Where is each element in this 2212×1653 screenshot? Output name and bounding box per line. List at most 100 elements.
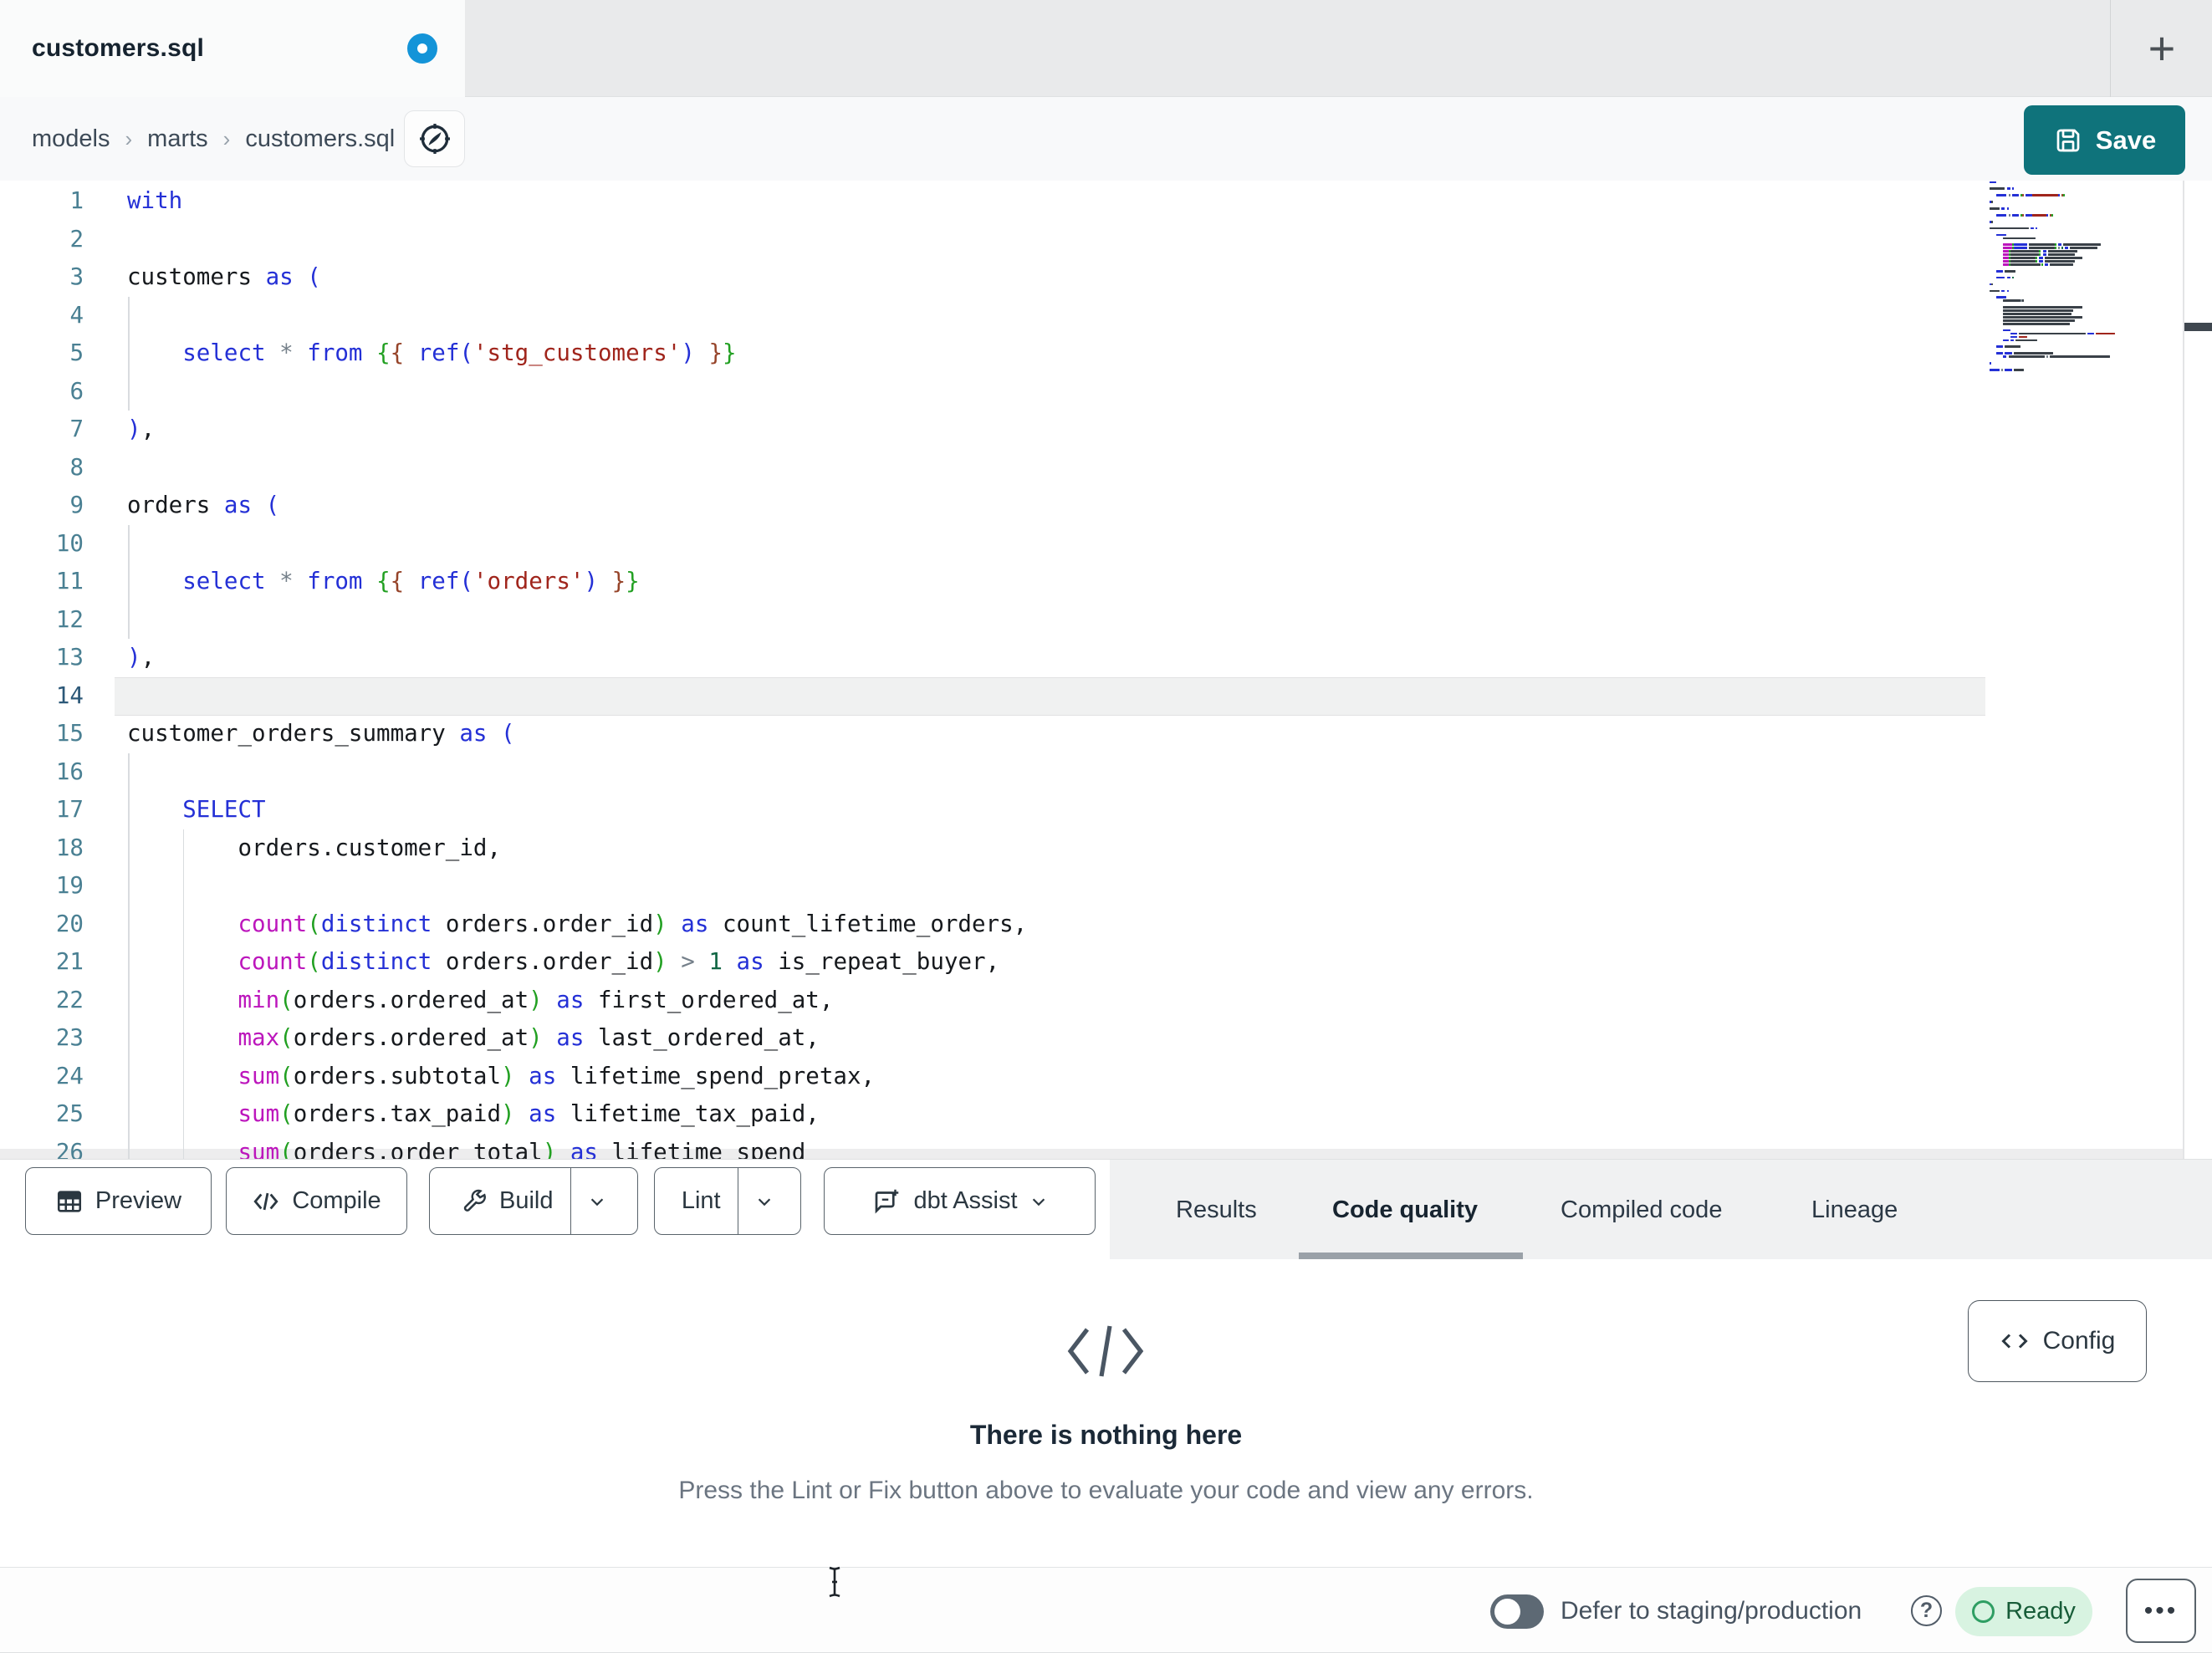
help-icon[interactable]: ?: [1911, 1595, 1942, 1626]
indent-guide: [128, 296, 130, 334]
lint-label: Lint: [681, 1187, 721, 1214]
line-number: 25: [55, 1100, 84, 1127]
line-number: 5: [69, 339, 84, 366]
assist-icon: [871, 1186, 902, 1217]
code-line: select * from {{ ref('stg_customers') }}: [182, 339, 737, 366]
line-number: 4: [69, 301, 84, 329]
save-label: Save: [2095, 125, 2157, 155]
empty-state-title: There is nothing here: [969, 1420, 1243, 1450]
code-line: customers as (: [127, 263, 321, 290]
tab-title: customers.sql: [32, 34, 205, 62]
preview-label: Preview: [95, 1187, 182, 1214]
line-number: 13: [55, 644, 84, 671]
tab-results[interactable]: Results: [1176, 1160, 1257, 1260]
action-row: Preview Compile Build Lint dbt Assist Re…: [0, 1159, 2212, 1260]
breadcrumb-file[interactable]: customers.sql: [245, 125, 395, 153]
code-editor[interactable]: 1 with 2 3 customers as (4 5 select * from {{…: [0, 181, 2212, 1159]
line-number: 10: [55, 529, 84, 557]
code-quality-panel: [0, 1259, 2212, 1567]
line-number: 2: [69, 225, 84, 253]
tab-bar: customers.sql +: [0, 0, 2212, 97]
breadcrumb-models[interactable]: models: [32, 125, 110, 153]
indent-guide: [182, 867, 184, 906]
code-line: count(distinct orders.order_id) as count…: [238, 910, 1028, 937]
line-number: 11: [55, 568, 84, 594]
code-line: sum(orders.subtotal) as lifetime_spend_p…: [238, 1062, 876, 1089]
line-number: 26: [55, 1138, 84, 1160]
code-line: sum(orders.order_total) as lifetime_spen…: [238, 1138, 806, 1160]
build-label: Build: [499, 1187, 554, 1214]
file-subheader: models › marts › customers.sql Save: [0, 97, 2212, 181]
build-button[interactable]: Build: [444, 1168, 570, 1234]
tab-code-quality[interactable]: Code quality: [1332, 1160, 1478, 1260]
lint-button[interactable]: Lint: [665, 1168, 738, 1234]
code-line: with: [127, 187, 183, 214]
tab-lineage-label: Lineage: [1811, 1196, 1898, 1223]
ready-label: Ready: [2005, 1598, 2076, 1625]
code-icon-large: [1064, 1319, 1147, 1383]
defer-toggle[interactable]: [1490, 1594, 1544, 1629]
compass-button[interactable]: [404, 110, 465, 167]
compile-button[interactable]: Compile: [226, 1167, 407, 1235]
line-number: 21: [55, 948, 84, 975]
indent-guide: [128, 600, 130, 639]
active-line-highlight: [115, 676, 1985, 716]
config-button[interactable]: Config: [1968, 1300, 2147, 1382]
line-number: 17: [55, 796, 84, 823]
indent-guide: [128, 524, 130, 563]
toggle-knob: [1494, 1599, 1520, 1625]
line-number: 16: [55, 758, 84, 785]
save-button[interactable]: Save: [2024, 105, 2185, 175]
code-line: ),: [127, 644, 156, 671]
code-icon: [2000, 1326, 2030, 1356]
line-number: 15: [55, 720, 84, 747]
table-icon: [55, 1187, 84, 1216]
lint-dropdown-button[interactable]: [738, 1168, 790, 1234]
preview-button[interactable]: Preview: [25, 1167, 212, 1235]
line-number: 8: [69, 453, 84, 481]
empty-state-description: Press the Lint or Fix button above to ev…: [678, 1477, 1534, 1504]
code-line: max(orders.ordered_at) as last_ordered_a…: [238, 1024, 820, 1051]
line-number: 7: [69, 416, 84, 442]
chevron-down-icon: [588, 1192, 606, 1211]
line-number: 22: [55, 986, 84, 1013]
tab-compiled-code[interactable]: Compiled code: [1561, 1160, 1722, 1260]
save-icon: [2053, 125, 2083, 156]
tab-customers-sql[interactable]: customers.sql: [0, 0, 465, 97]
new-tab-button[interactable]: +: [2129, 17, 2194, 80]
breadcrumb-separator: ›: [222, 125, 231, 151]
tab-compiled-code-label: Compiled code: [1561, 1196, 1723, 1223]
code-line: orders as (: [127, 492, 280, 518]
status-bar: Defer to staging/production ? Ready •••: [0, 1568, 2212, 1653]
dbt-assist-button[interactable]: dbt Assist: [824, 1167, 1096, 1235]
mouse-cursor-ibeam: [824, 1565, 845, 1599]
code-line: SELECT: [182, 796, 266, 823]
ready-status-icon: [1972, 1600, 1995, 1623]
build-split-button: Build: [429, 1167, 638, 1235]
chevron-down-icon: [1029, 1192, 1048, 1211]
tab-lineage[interactable]: Lineage: [1811, 1160, 1898, 1260]
line-number: 9: [69, 492, 84, 518]
line-number: 24: [55, 1062, 84, 1089]
line-number: 14: [55, 681, 84, 709]
line-number: 19: [55, 872, 84, 899]
more-options-button[interactable]: •••: [2126, 1579, 2196, 1643]
line-number: 18: [55, 834, 84, 861]
indent-guide: [128, 753, 130, 791]
scrollbar-thumb[interactable]: [2184, 323, 2212, 331]
status-badge: Ready: [1955, 1587, 2092, 1636]
build-dropdown-button[interactable]: [571, 1168, 623, 1234]
code-line: select * from {{ ref('orders') }}: [182, 568, 640, 594]
line-number: 1: [69, 187, 84, 214]
breadcrumb-marts[interactable]: marts: [147, 125, 208, 153]
dbt-assist-label: dbt Assist: [913, 1187, 1018, 1214]
minimap[interactable]: [1990, 181, 2180, 385]
chevron-down-icon: [755, 1192, 774, 1211]
code-line: sum(orders.tax_paid) as lifetime_tax_pai…: [238, 1100, 820, 1127]
line-number: 20: [55, 910, 84, 937]
config-label: Config: [2042, 1327, 2116, 1355]
defer-label: Defer to staging/production: [1561, 1597, 1862, 1625]
compile-label: Compile: [292, 1187, 381, 1214]
compass-icon: [416, 120, 453, 157]
indent-guide: [128, 867, 130, 906]
